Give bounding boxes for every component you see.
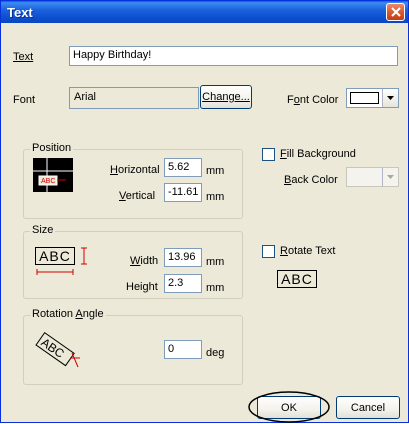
size-dimension-icon: [36, 247, 87, 275]
text-input[interactable]: Happy Birthday!: [69, 46, 398, 66]
back-color-dropdown-arrow[interactable]: [382, 168, 398, 186]
horizontal-label: Horizontal: [110, 164, 160, 176]
cancel-button[interactable]: Cancel: [336, 396, 400, 419]
close-button[interactable]: [386, 3, 405, 21]
svg-text:ABC: ABC: [41, 178, 55, 185]
font-label: Font: [13, 94, 36, 106]
text-label: Text: [13, 51, 34, 63]
position-preview-icon: ABC: [33, 158, 73, 192]
height-input[interactable]: 2.3: [164, 274, 202, 293]
rotation-angle-group-title: Rotation Angle: [30, 308, 106, 320]
horizontal-input[interactable]: 5.62: [164, 158, 202, 177]
text-dialog: Text Text Happy Birthday! Font Arial Cha…: [0, 0, 409, 423]
font-color-dropdown-arrow[interactable]: [382, 89, 398, 107]
title-bar[interactable]: Text: [1, 1, 408, 23]
vertical-unit: mm: [206, 191, 225, 203]
width-input[interactable]: 13.96: [164, 248, 202, 267]
horizontal-unit: mm: [206, 165, 225, 177]
window-title: Text: [7, 5, 33, 20]
height-label: Height: [126, 281, 158, 293]
back-color-dropdown[interactable]: [346, 167, 399, 187]
rotate-text-preview: ABC: [277, 270, 317, 288]
change-font-button[interactable]: Change...: [200, 85, 252, 109]
font-color-swatch: [350, 92, 379, 104]
font-color-label: Font Color: [287, 94, 339, 106]
chevron-down-icon: [387, 175, 394, 179]
font-name-display: Arial: [69, 87, 199, 109]
font-color-dropdown[interactable]: [346, 88, 399, 108]
fill-background-label: Fill Background: [280, 148, 356, 160]
rotate-text-preview-text: ABC: [281, 271, 313, 287]
vertical-input[interactable]: -11.61: [164, 183, 202, 202]
vertical-label: Vertical: [119, 190, 156, 202]
cancel-button-label: Cancel: [350, 401, 386, 414]
rotation-preview-icon: ABC: [35, 331, 80, 368]
font-name-value: Arial: [74, 91, 97, 103]
change-font-label: Change...: [202, 91, 250, 103]
size-group-title: Size: [30, 224, 56, 236]
height-unit: mm: [206, 282, 225, 294]
rotate-text-label: Rotate Text: [280, 245, 336, 257]
rotate-text-checkbox[interactable]: [262, 245, 275, 258]
close-icon: [391, 7, 401, 17]
fill-background-checkbox[interactable]: [262, 148, 275, 161]
rotation-angle-input[interactable]: 0: [164, 340, 202, 359]
position-group-title: Position: [30, 142, 74, 154]
width-label: Width: [130, 255, 159, 267]
width-unit: mm: [206, 256, 225, 268]
rotation-angle-unit: deg: [206, 347, 225, 359]
chevron-down-icon: [387, 96, 394, 100]
ok-highlight-circle: [248, 391, 330, 423]
back-color-label: Back Color: [284, 174, 338, 186]
